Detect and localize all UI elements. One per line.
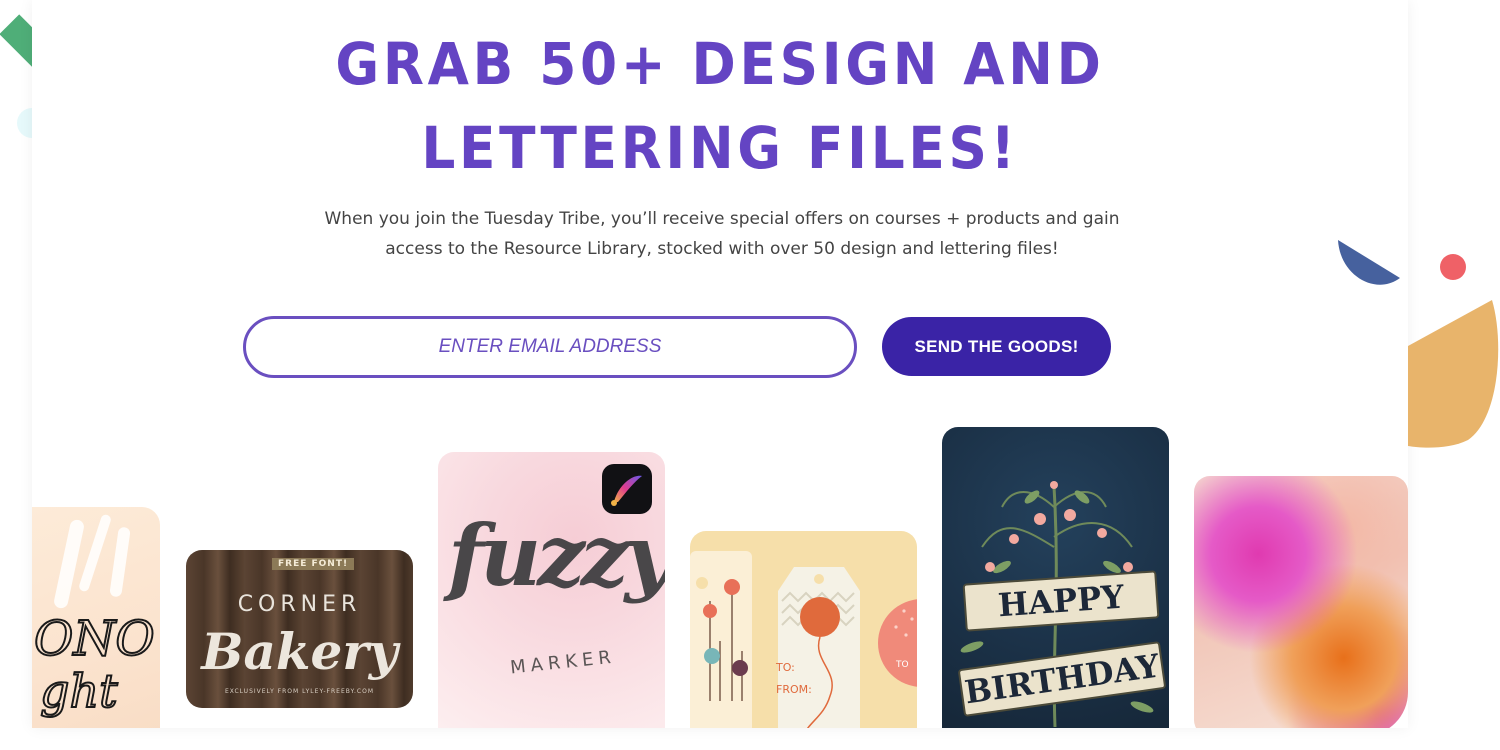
red-dot-decoration — [1440, 254, 1466, 280]
monoline-text-1: ONO — [34, 611, 155, 667]
monoline-lettering-sample: ONO ght — [33, 610, 156, 719]
preview-tile-alcohol-ink — [1194, 476, 1408, 728]
preview-tile-happy-birthday: HAPPY BIRTHDAY — [942, 427, 1169, 728]
title-line-2: LETTERING FILES! — [421, 114, 1019, 182]
monoline-text-2: ght — [40, 664, 118, 718]
signup-description: When you join the Tuesday Tribe, you’ll … — [222, 204, 1222, 264]
tag-to-text: TO: — [775, 661, 795, 674]
gift-tags-illustration: TO: FROM: TO — [690, 551, 917, 728]
tag-right-text: TO — [895, 660, 909, 670]
description-line-2: access to the Resource Library, stocked … — [385, 239, 1059, 259]
title-line-1: GRAB 50+ DESIGN AND — [335, 30, 1105, 98]
preview-tile-corner-bakery: FREE FONT! CORNER Bakery EXCLUSIVELY FRO… — [186, 550, 413, 708]
preview-tile-gift-tags: TO: FROM: TO — [690, 531, 917, 728]
corner-text: CORNER — [237, 592, 362, 617]
marker-text: MARKER — [509, 646, 617, 679]
tag-from-text: FROM: — [776, 683, 812, 696]
send-the-goods-button[interactable]: SEND THE GOODS! — [882, 317, 1111, 376]
free-font-badge: FREE FONT! — [272, 558, 355, 570]
email-input[interactable] — [243, 316, 857, 378]
page-title: GRAB 50+ DESIGN AND LETTERING FILES! — [87, 22, 1353, 190]
preview-tile-fuzzy-marker: fuzzy MARKER — [438, 452, 665, 728]
fuzzy-script-text: fuzzy — [448, 506, 665, 605]
signup-card: GRAB 50+ DESIGN AND LETTERING FILES! Whe… — [32, 0, 1408, 728]
bakery-credit-text: EXCLUSIVELY FROM LYLEY-FREEBY.COM — [224, 688, 374, 695]
bakery-script-text: Bakery — [201, 622, 398, 681]
gold-shape-decoration — [1408, 300, 1500, 450]
page: GRAB 50+ DESIGN AND LETTERING FILES! Whe… — [0, 0, 1500, 750]
preview-tile-monoline-font: ONO ght — [32, 507, 160, 728]
description-line-1: When you join the Tuesday Tribe, you’ll … — [324, 209, 1120, 229]
